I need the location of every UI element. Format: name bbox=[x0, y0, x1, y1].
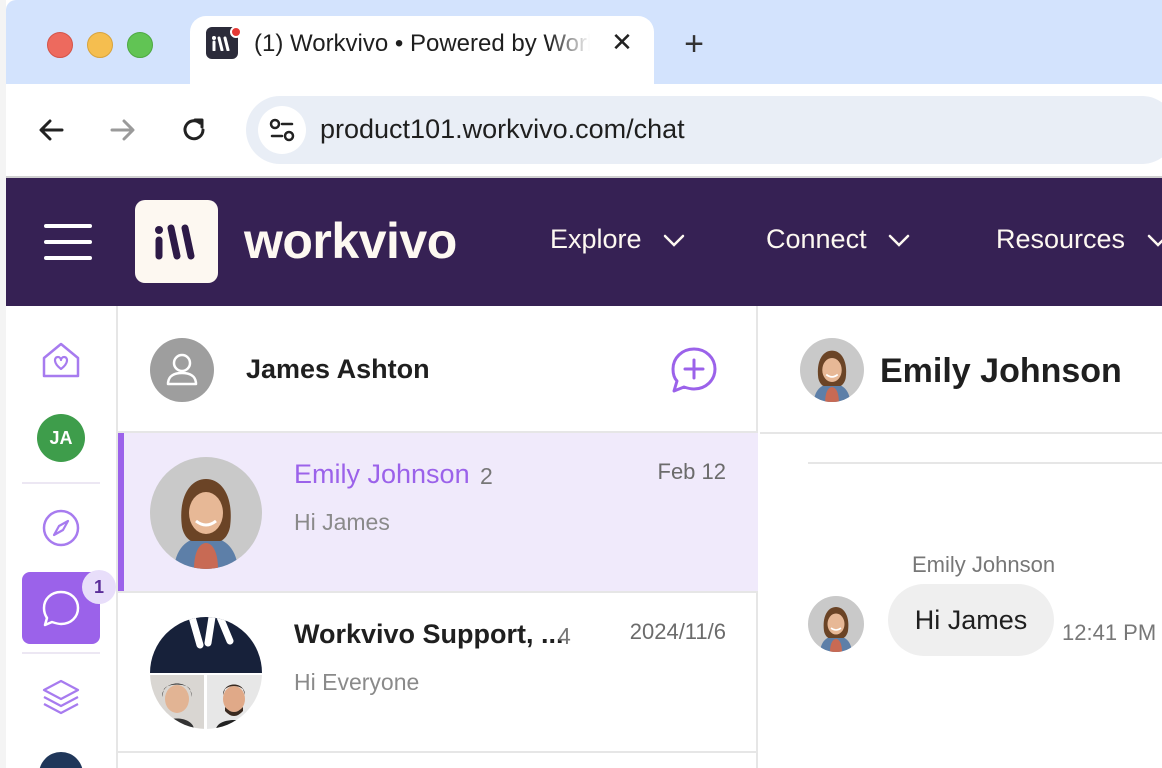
address-bar[interactable]: product101.workvivo.com/chat bbox=[246, 96, 1162, 164]
message-count: 4 bbox=[558, 623, 571, 649]
current-user-avatar[interactable] bbox=[150, 338, 214, 402]
list-header: James Ashton bbox=[118, 306, 758, 433]
conversation-preview: Hi Everyone bbox=[294, 669, 420, 695]
logo-wordmark[interactable]: workvivo bbox=[244, 212, 457, 270]
window-minimize-button[interactable] bbox=[87, 32, 113, 58]
conversation-list: James Ashton Emily Johnson 2 Feb 12 Hi J… bbox=[118, 306, 758, 768]
app-avatar-icon[interactable] bbox=[39, 752, 83, 768]
chevron-down-icon bbox=[1147, 234, 1162, 247]
user-avatar[interactable]: JA bbox=[37, 414, 85, 462]
workvivo-logo-icon[interactable] bbox=[135, 200, 218, 283]
tab-close-icon[interactable]: ✕ bbox=[608, 28, 636, 56]
new-tab-button[interactable]: + bbox=[678, 26, 710, 62]
nav-explore-label: Explore bbox=[550, 224, 642, 254]
window-close-button[interactable] bbox=[47, 32, 73, 58]
layers-icon[interactable] bbox=[40, 676, 82, 718]
browser-tab-active[interactable]: (1) Workvivo • Powered by Workvivo ✕ bbox=[190, 16, 654, 86]
window-zoom-button[interactable] bbox=[127, 32, 153, 58]
compass-icon[interactable] bbox=[41, 508, 81, 548]
tab-title: (1) Workvivo • Powered by Workvivo bbox=[254, 30, 590, 57]
app-header: workvivo Explore Connect Resources bbox=[6, 178, 1162, 306]
nav-explore[interactable]: Explore bbox=[550, 224, 685, 255]
conversation-name: Workvivo Support, ... bbox=[294, 619, 564, 650]
browser-toolbar: product101.workvivo.com/chat bbox=[6, 84, 1162, 176]
new-chat-plus-icon[interactable] bbox=[670, 346, 718, 394]
contact-avatar bbox=[150, 457, 262, 569]
chevron-down-icon bbox=[663, 234, 685, 247]
url-text: product101.workvivo.com/chat bbox=[320, 114, 685, 144]
rail-divider bbox=[22, 482, 100, 484]
nav-resources-label: Resources bbox=[996, 224, 1126, 254]
active-indicator bbox=[118, 433, 124, 591]
nav-connect-label: Connect bbox=[766, 224, 867, 254]
message-sender: Emily Johnson bbox=[912, 552, 1056, 577]
group-avatar bbox=[150, 617, 262, 729]
site-settings-icon[interactable] bbox=[258, 106, 306, 154]
person-icon bbox=[166, 353, 198, 386]
reload-icon[interactable] bbox=[176, 112, 212, 148]
conversation-name: Emily Johnson bbox=[294, 459, 470, 490]
nav-connect[interactable]: Connect bbox=[766, 224, 910, 255]
chat-nav-button[interactable]: 1 bbox=[22, 570, 116, 644]
conversation-name-text: Workvivo Support, ... bbox=[294, 619, 564, 649]
chat-header: Emily Johnson bbox=[760, 306, 1162, 434]
chat-bubble-icon bbox=[42, 590, 80, 627]
conversation-row[interactable]: Emily Johnson 2 Feb 12 Hi James bbox=[118, 433, 758, 593]
chevron-down-icon bbox=[888, 234, 910, 247]
conversation-preview: Hi James bbox=[294, 509, 390, 535]
message-bubble[interactable]: Hi James bbox=[888, 584, 1054, 656]
conversation-date: Feb 12 bbox=[657, 459, 727, 484]
chat-pane: Emily Johnson Emily Johnson Hi James 12:… bbox=[760, 306, 1162, 768]
chat-divider bbox=[808, 462, 1162, 464]
screen: (1) Workvivo • Powered by Workvivo ✕ + p… bbox=[0, 0, 1162, 768]
back-arrow-icon[interactable] bbox=[34, 112, 70, 148]
current-user-name: James Ashton bbox=[246, 354, 430, 384]
rail-divider bbox=[22, 652, 100, 654]
conversation-row[interactable]: Workvivo Support, ... 4 2024/11/6 Hi Eve… bbox=[118, 593, 758, 753]
nav-resources[interactable]: Resources bbox=[996, 224, 1162, 255]
message-timestamp: 12:41 PM bbox=[1062, 620, 1157, 645]
message-avatar bbox=[808, 596, 864, 652]
chat-title: Emily Johnson bbox=[880, 352, 1122, 390]
forward-arrow-icon[interactable] bbox=[104, 112, 140, 148]
chat-unread-badge: 1 bbox=[82, 570, 116, 604]
tab-notification-dot bbox=[230, 26, 242, 38]
message-count: 2 bbox=[480, 463, 493, 489]
conversation-date: 2024/11/6 bbox=[629, 619, 726, 644]
conversation-name-text: Emily Johnson bbox=[294, 459, 470, 489]
left-rail: JA 1 bbox=[6, 306, 118, 768]
home-heart-icon[interactable] bbox=[39, 338, 83, 382]
chat-contact-avatar[interactable] bbox=[800, 338, 864, 402]
hamburger-menu-icon[interactable] bbox=[44, 222, 94, 262]
